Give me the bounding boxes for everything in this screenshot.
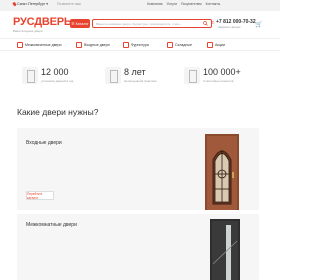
card-catalog-button[interactable]: Перейти в каталог: [26, 191, 54, 200]
search-input[interactable]: Введите название двери, фурнитуры, произ…: [92, 19, 212, 28]
interior-door-image: [210, 219, 240, 280]
stat-years: 8 лет Непрерывной практики: [105, 67, 156, 84]
category-label: Фурнитура: [131, 43, 149, 47]
stat-installations: 12 000 установок дверей в год: [22, 67, 73, 84]
category-card-interior[interactable]: Межкомнатные двери: [17, 214, 259, 280]
site-header: РУСДВЕРЬ Ваши входные двери ☰ Каталог Вв…: [0, 11, 280, 38]
entrance-door-image: [205, 134, 239, 210]
interior-door-icon: [17, 42, 23, 48]
category-interior-doors[interactable]: Межкомнатные двери: [17, 42, 62, 48]
catalog-button[interactable]: ☰ Каталог: [70, 19, 90, 28]
chevron-down-icon: ▾: [46, 2, 48, 6]
catalog-button-label: Каталог: [75, 21, 89, 26]
phone-icon: ✆: [211, 20, 215, 25]
stat-number: 12 000: [41, 67, 69, 77]
category-entrance-doors[interactable]: Входные двери: [76, 42, 110, 48]
logo-tagline: Ваши входные двери: [13, 29, 43, 33]
category-label: Складные: [175, 43, 192, 47]
top-strip: Санкт-Петербург ▾ Позвоните нам Компания…: [0, 0, 280, 11]
category-hardware[interactable]: Фурнитура: [123, 42, 149, 48]
callback-link[interactable]: Заказать звонок: [218, 25, 240, 29]
recall-link[interactable]: Позвоните нам: [57, 2, 81, 6]
door-icon: [184, 67, 200, 84]
menu-icon: ☰: [71, 21, 75, 26]
cart-icon[interactable]: 🛒: [255, 21, 262, 28]
stat-caption: Непрерывной практики: [124, 79, 157, 83]
top-nav-customers[interactable]: Покупателям: [181, 2, 202, 6]
percent-icon: [207, 42, 213, 48]
category-nav: Межкомнатные двери Входные двери Фурниту…: [0, 38, 280, 51]
stat-caption: установок дверей в год: [41, 79, 74, 83]
card-title: Входные двери: [26, 140, 62, 146]
stat-number: 100 000+: [203, 67, 241, 77]
category-folding[interactable]: Складные: [167, 42, 192, 48]
category-label: Межкомнатные двери: [25, 43, 62, 47]
stat-number: 8 лет: [124, 67, 146, 77]
category-sales[interactable]: Акции: [207, 42, 225, 48]
top-nav-company[interactable]: Компания: [147, 2, 163, 6]
category-label: Акции: [215, 43, 226, 47]
site-logo[interactable]: РУСДВЕРЬ: [13, 16, 72, 28]
door-icon: [105, 67, 121, 84]
hardware-icon: [123, 42, 129, 48]
stat-caption: Счастливых клиентов: [203, 79, 234, 83]
stat-clients: 100 000+ Счастливых клиентов: [184, 67, 241, 84]
category-label: Входные двери: [84, 43, 110, 47]
top-nav-services[interactable]: Услуги: [167, 2, 177, 6]
door-icon: [22, 67, 38, 84]
city-label: Санкт-Петербург: [17, 2, 46, 6]
section-title: Какие двери нужны?: [17, 107, 99, 117]
category-card-entrance[interactable]: Входные двери Перейти в каталог: [17, 128, 259, 210]
top-nav-contacts[interactable]: Контакты: [206, 2, 221, 6]
search-icon[interactable]: [203, 21, 208, 26]
top-nav: Компания Услуги Покупателям Контакты: [147, 2, 220, 6]
search-placeholder: Введите название двери, фурнитуры, произ…: [96, 21, 183, 26]
entrance-door-icon: [76, 42, 82, 48]
card-title: Межкомнатные двери: [26, 222, 77, 228]
folding-door-icon: [167, 42, 173, 48]
city-selector[interactable]: Санкт-Петербург ▾: [12, 1, 48, 7]
